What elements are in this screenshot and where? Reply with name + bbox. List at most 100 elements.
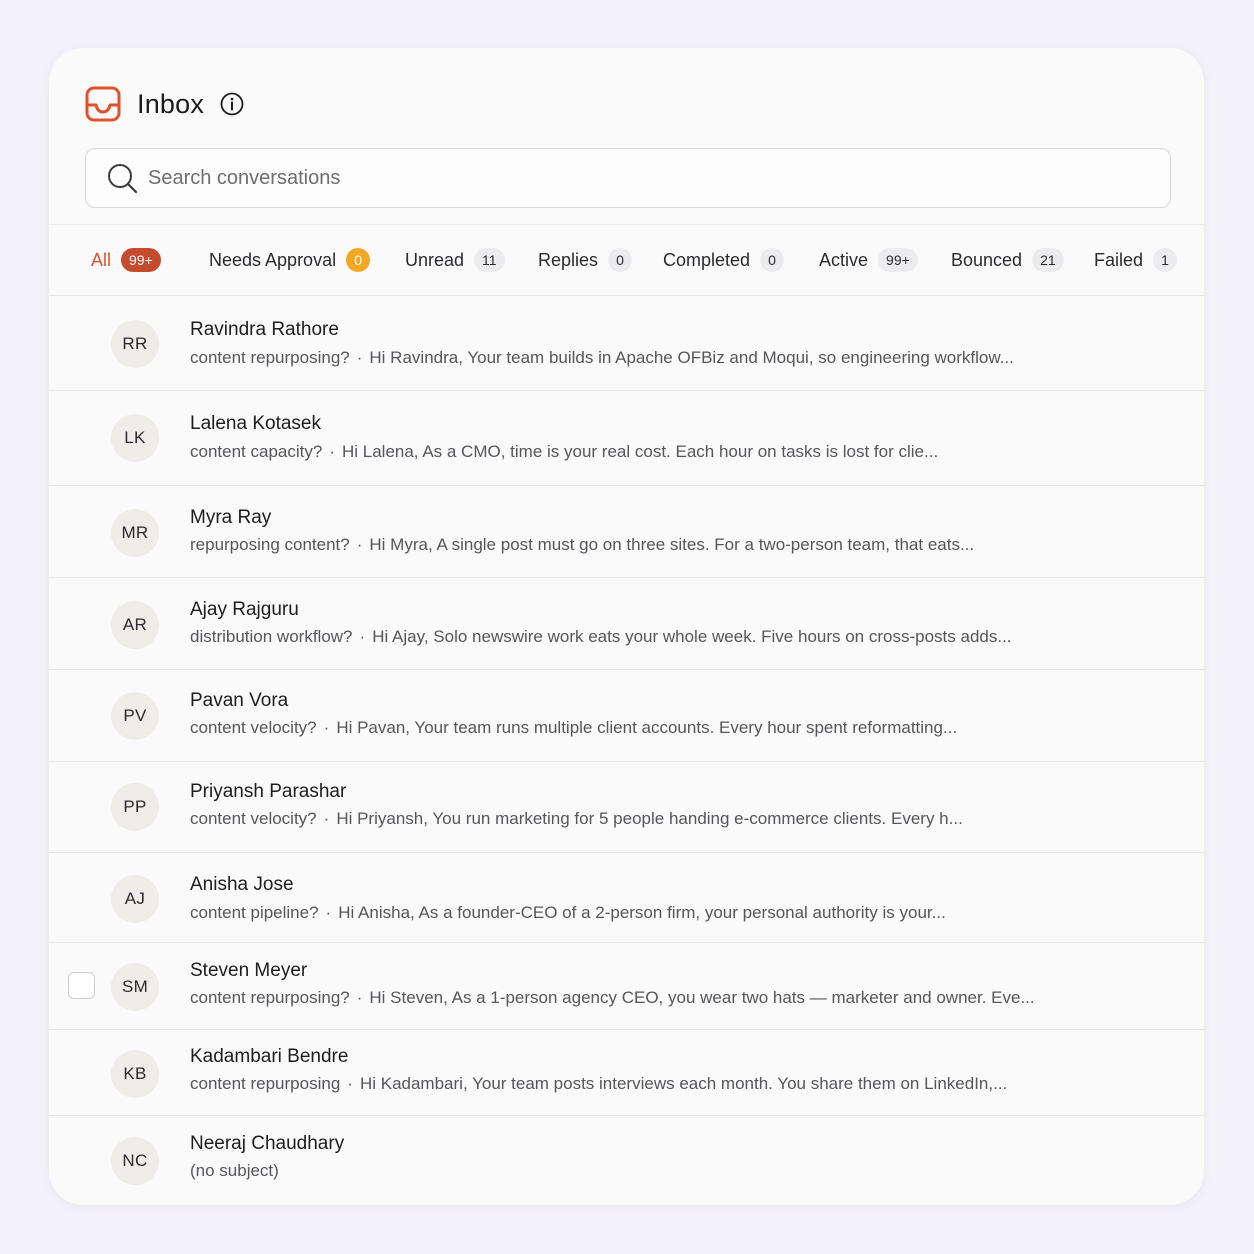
conversation-row[interactable]: PP Priyansh Parashar content velocity? · H…: [49, 762, 1204, 853]
preview: Hi Priyansh, You run marketing for 5 peo…: [336, 809, 963, 828]
tab-needs-approval[interactable]: Needs Approval 0: [209, 225, 371, 295]
separator: ·: [347, 1074, 353, 1093]
preview: Hi Ravindra, Your team builds in Apache …: [369, 348, 1014, 367]
preview: Hi Steven, As a 1-person agency CEO, you…: [369, 988, 1035, 1007]
subject: distribution workflow?: [190, 627, 353, 646]
tab-bounced[interactable]: Bounced 21: [951, 225, 1064, 295]
search-bar[interactable]: [85, 148, 1171, 208]
conversation-snippet: content repurposing? · Hi Ravindra, Your t…: [190, 348, 1014, 368]
conversation-snippet: content velocity? · Hi Pavan, Your team ru…: [190, 718, 957, 738]
contact-name: Priyansh Parashar: [190, 781, 347, 802]
search-input[interactable]: [146, 165, 1110, 191]
conversation-row[interactable]: SM Steven Meyer content repurposing? · Hi …: [49, 943, 1204, 1030]
conversation-row[interactable]: KB Kadambari Bendre content repurposing ·…: [49, 1030, 1204, 1116]
preview: Hi Kadambari, Your team posts interviews…: [359, 1074, 1008, 1093]
separator: ·: [356, 348, 363, 367]
tab-unread[interactable]: Unread 11: [405, 225, 505, 295]
tab-count-badge: 99+: [878, 248, 918, 272]
preview: Hi Ajay, Solo newswire work eats your wh…: [372, 627, 1012, 646]
separator: ·: [359, 627, 366, 646]
contact-name: Lalena Kotasek: [190, 413, 321, 434]
conversation-row[interactable]: MR Myra Ray repurposing content? · Hi Myra…: [49, 486, 1204, 578]
subject: content velocity?: [190, 718, 317, 737]
tab-label: Needs Approval: [209, 249, 337, 270]
filter-tabs: All 99+ Needs Approval 0 Unread 11 Repli…: [49, 224, 1204, 296]
search-icon: [108, 164, 138, 194]
info-icon[interactable]: [220, 92, 244, 116]
subject: content velocity?: [190, 809, 317, 828]
tab-label: Completed: [663, 249, 751, 270]
tab-label: Active: [819, 249, 869, 270]
contact-name: Ajay Rajguru: [190, 599, 299, 620]
preview: Hi Pavan, Your team runs multiple client…: [336, 718, 958, 737]
page-title: Inbox: [137, 88, 205, 119]
tab-failed[interactable]: Failed 1: [1094, 225, 1178, 295]
separator: ·: [329, 442, 335, 461]
contact-name: Anisha Jose: [190, 874, 294, 895]
separator: ·: [356, 535, 363, 554]
tab-count-badge: 11: [474, 248, 505, 272]
inbox-header: Inbox: [85, 84, 244, 124]
subject: content capacity?: [190, 442, 323, 461]
tab-count-badge: 1: [1153, 248, 1178, 272]
tab-active[interactable]: Active 99+: [819, 225, 918, 295]
conversation-row[interactable]: NC Neeraj Chaudhary (no subject): [49, 1116, 1204, 1205]
separator: ·: [323, 718, 330, 737]
tab-replies[interactable]: Replies 0: [538, 225, 633, 295]
tab-count-badge: 0: [760, 248, 785, 272]
tab-label: Failed: [1094, 249, 1144, 270]
conversation-snippet: content repurposing · Hi Kadambari, Your t…: [190, 1074, 1007, 1094]
conversation-row[interactable]: PV Pavan Vora content velocity? · Hi Pavan…: [49, 670, 1204, 762]
separator: ·: [356, 988, 363, 1007]
subject: content repurposing?: [190, 988, 350, 1007]
inbox-card: Inbox All 99+ Needs Approval 0 Unread 11…: [49, 48, 1204, 1205]
separator: ·: [323, 809, 330, 828]
tab-label: All: [91, 249, 112, 270]
conversation-row[interactable]: LK Lalena Kotasek content capacity? · Hi L…: [49, 391, 1204, 486]
separator: ·: [325, 903, 332, 922]
conversation-snippet: (no subject): [190, 1161, 279, 1181]
subject: content repurposing: [190, 1074, 341, 1093]
tab-count-badge: 21: [1032, 248, 1064, 272]
contact-name: Kadambari Bendre: [190, 1046, 349, 1067]
contact-name: Neeraj Chaudhary: [190, 1133, 345, 1154]
contact-name: Steven Meyer: [190, 960, 308, 981]
avatar: KB: [111, 1050, 159, 1098]
preview: Hi Lalena, As a CMO, time is your real c…: [341, 442, 939, 461]
avatar: SM: [111, 963, 159, 1011]
avatar: RR: [111, 320, 159, 368]
conversation-snippet: content capacity? · Hi Lalena, As a CMO, t…: [190, 442, 938, 462]
tab-label: Bounced: [951, 249, 1023, 270]
tab-count-badge: 0: [608, 248, 633, 272]
contact-name: Pavan Vora: [190, 690, 289, 711]
tab-count-badge: 0: [346, 248, 371, 272]
tab-count-badge: 99+: [121, 248, 161, 272]
tab-all[interactable]: All 99+: [91, 225, 161, 295]
conversation-row[interactable]: RR Ravindra Rathore content repurposing?…: [49, 296, 1204, 391]
inbox-tray-icon: [85, 86, 121, 122]
subject: content pipeline?: [190, 903, 319, 922]
conversation-snippet: content pipeline? · Hi Anisha, As a founde…: [190, 903, 946, 923]
avatar: PV: [111, 692, 159, 740]
avatar: LK: [111, 414, 159, 462]
conversation-snippet: distribution workflow? · Hi Ajay, Solo new…: [190, 627, 1012, 647]
conversation-row[interactable]: AJ Anisha Jose content pipeline? · Hi Anis…: [49, 853, 1204, 943]
tab-completed[interactable]: Completed 0: [663, 225, 785, 295]
preview: Hi Anisha, As a founder-CEO of a 2-perso…: [338, 903, 946, 922]
avatar: PP: [111, 783, 159, 831]
select-checkbox[interactable]: [68, 972, 95, 999]
tab-label: Replies: [538, 249, 599, 270]
conversation-row[interactable]: AR Ajay Rajguru distribution workflow? · H…: [49, 578, 1204, 670]
conversation-snippet: repurposing content? · Hi Myra, A single p…: [190, 535, 974, 555]
contact-name: Ravindra Rathore: [190, 319, 339, 340]
preview: Hi Myra, A single post must go on three …: [369, 535, 975, 554]
avatar: MR: [111, 509, 159, 557]
contact-name: Myra Ray: [190, 507, 272, 528]
avatar: AR: [111, 601, 159, 649]
avatar: AJ: [111, 875, 159, 923]
tab-label: Unread: [405, 249, 465, 270]
subject: content repurposing?: [190, 348, 350, 367]
subject: (no subject): [190, 1161, 279, 1180]
conversation-snippet: content repurposing? · Hi Steven, As a 1-p…: [190, 988, 1035, 1008]
subject: repurposing content?: [190, 535, 350, 554]
